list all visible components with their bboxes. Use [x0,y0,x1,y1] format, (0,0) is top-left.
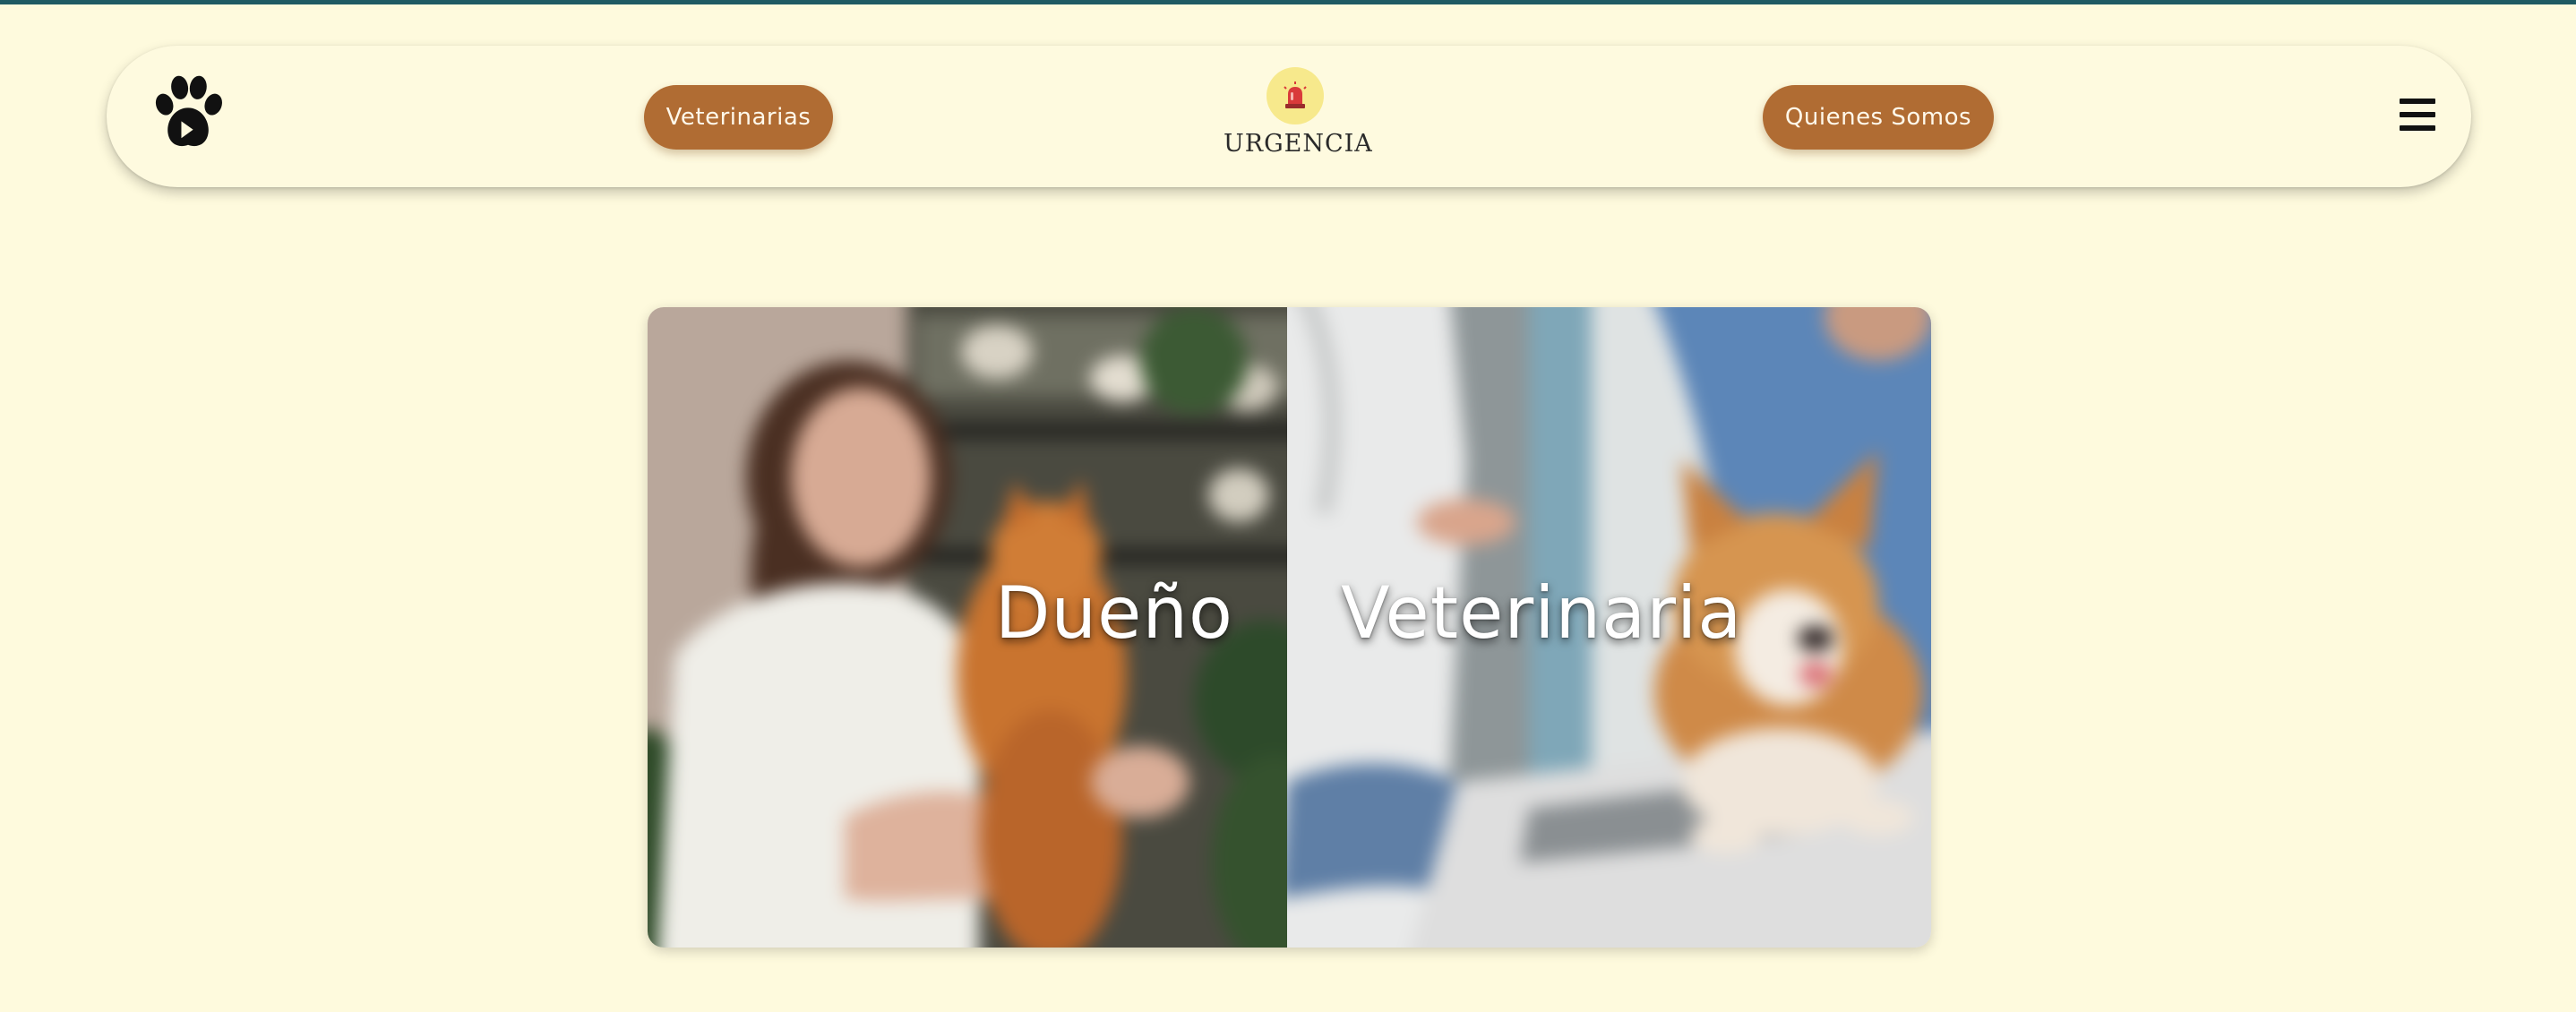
urgencia-button[interactable]: URGENCIA [1224,67,1373,166]
siren-icon [1267,67,1324,124]
vet-option[interactable]: Veterinaria [1287,307,1931,948]
vet-label: Veterinaria [1341,571,1743,655]
quienes-somos-button[interactable]: Quienes Somos [1763,85,1994,150]
role-selector: Dueño Veterinaria [648,307,1931,948]
veterinarias-button[interactable]: Veterinarias [644,85,833,150]
top-accent-bar [0,0,2576,4]
urgencia-label: URGENCIA [1224,130,1373,158]
navbar: Veterinarias URGENCIA Quienes Somos [107,46,2471,187]
owner-option[interactable]: Dueño [648,307,1287,948]
hamburger-menu-icon[interactable] [2400,95,2439,134]
owner-label: Dueño [994,571,1233,655]
paw-icon[interactable] [146,71,230,155]
